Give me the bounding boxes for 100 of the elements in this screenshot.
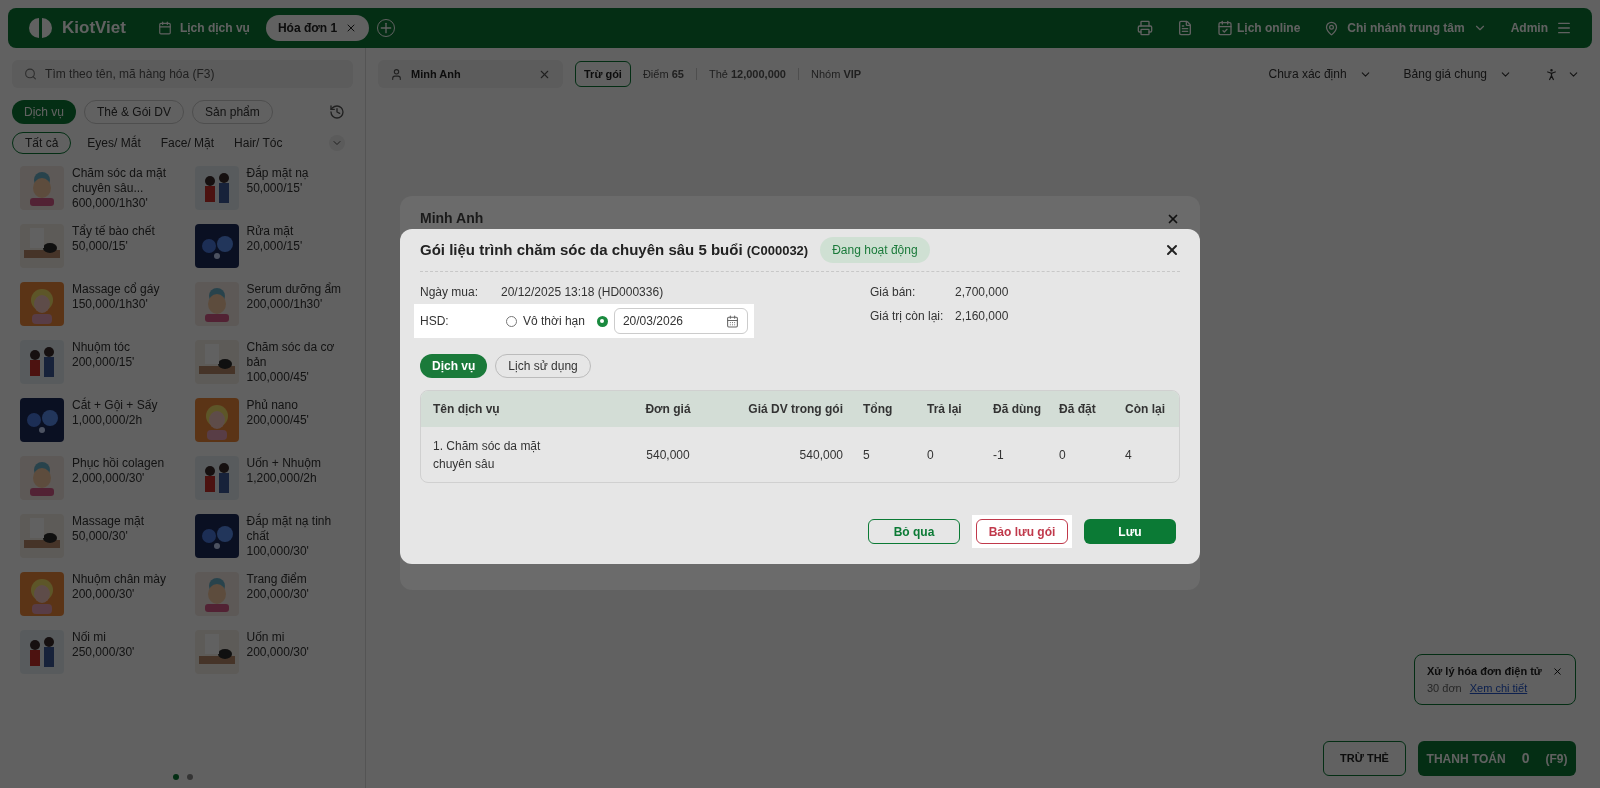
filter-chip[interactable]: Hair/ Tóc [230, 134, 287, 152]
product-item[interactable]: Phục hồi colagen 2,000,000/30' [12, 456, 179, 514]
table-cell-text: 1. Chăm sóc da mặt chuyên sâu [433, 437, 542, 473]
column-header: Trả lại [927, 401, 963, 418]
person-icon [1544, 66, 1559, 82]
product-item[interactable]: Chăm sóc da mặt chuyên sâu... 600,000/1h30' [12, 166, 179, 224]
product-item[interactable]: Nhuộm tóc 200,000/15' [12, 340, 179, 398]
product-name: Uốn mi [246, 630, 286, 645]
tab[interactable]: Lịch dịch vụ [149, 15, 258, 41]
expand-icon[interactable] [329, 135, 345, 151]
product-name: Trang điểm [246, 572, 308, 587]
radio-label: Vô thời hạn [523, 313, 585, 330]
select-dropdown[interactable]: Chưa xác định [1268, 65, 1372, 83]
product-item[interactable]: Serum dưỡng ẩm 200,000/1h30' [186, 282, 353, 340]
printer-icon[interactable] [1137, 20, 1153, 36]
product-price: 1,000,000/2h [72, 413, 144, 428]
product-name: Tẩy tế bào chết [72, 224, 156, 239]
product-price: 50,000/15' [246, 181, 304, 196]
logo-icon [28, 17, 54, 39]
column-header: Tên dịch vụ [433, 401, 501, 418]
product-price: 100,000/45' [246, 370, 310, 385]
product-item[interactable]: Massage mặt 50,000/30' [12, 514, 179, 572]
radio-button[interactable] [596, 315, 608, 327]
column-header: Còn lại [1125, 401, 1166, 418]
product-item[interactable]: Cắt + Gội + Sấy 1,000,000/2h [12, 398, 179, 456]
table-cell-text: 5 [863, 446, 871, 464]
document-icon[interactable] [1177, 20, 1193, 36]
product-price: 600,000/1h30' [72, 196, 149, 211]
product-item[interactable]: Uốn mi 200,000/30' [186, 630, 353, 688]
user-menu[interactable]: Admin [1510, 19, 1572, 37]
product-name: Serum dưỡng ẩm [246, 282, 343, 297]
product-name: Đắp mặt nạ tinh chất [246, 514, 333, 544]
pay-button[interactable]: THANH TOÁN 0 (F9) [1418, 741, 1576, 776]
product-price: 2,000,000/30' [72, 471, 146, 486]
product-item[interactable]: Nối mi 250,000/30' [12, 630, 179, 688]
tab[interactable]: Dịch vụ [420, 354, 488, 378]
product-name: Phủ nano [246, 398, 299, 413]
product-price: 200,000/30' [246, 645, 310, 660]
remaining-value: 2,160,000 [955, 308, 1009, 325]
table-cell-text: 540,000 [645, 446, 691, 464]
product-name: Cắt + Gội + Sấy [72, 398, 159, 413]
product-price: 200,000/30' [72, 587, 136, 602]
history-icon[interactable] [329, 104, 345, 120]
card-balance: Thẻ 12,000,000 [708, 66, 786, 82]
product-item[interactable]: Rửa mặt 20,000/15' [186, 224, 353, 282]
filter-chip[interactable]: Eyes/ Mắt [83, 134, 145, 152]
close-icon[interactable] [1164, 242, 1180, 258]
category-tab[interactable]: Dịch vụ [12, 100, 76, 124]
online-schedule-link[interactable]: Lịch online [1217, 19, 1301, 37]
tab[interactable]: Hóa đơn 1 [265, 15, 370, 41]
dialog-button[interactable]: Bỏ qua [868, 519, 960, 544]
product-item[interactable]: Chăm sóc da cơ bản 100,000/45' [186, 340, 353, 398]
person-icon [390, 67, 403, 81]
customer-field[interactable]: Minh Anh [378, 60, 563, 88]
field-label: HSD: [420, 313, 450, 330]
customer-group: Nhóm VIP [811, 65, 862, 83]
dialog-title: Minh Anh [420, 209, 484, 228]
product-price: 200,000/30' [246, 587, 310, 602]
product-price: 200,000/45' [246, 413, 310, 428]
product-item[interactable]: Tẩy tế bào chết 50,000/15' [12, 224, 179, 282]
branch-select[interactable]: Chi nhánh trung tâm [1324, 19, 1487, 37]
dialog-button[interactable]: Bảo lưu gói [976, 519, 1068, 544]
product-name: Chăm sóc da cơ bản [246, 340, 336, 370]
menu-icon [1556, 20, 1572, 36]
column-header: Đã dùng [993, 401, 1042, 418]
product-name: Uốn + Nhuộm [246, 456, 322, 471]
table-cell-text: -1 [993, 446, 1005, 464]
filter-chip[interactable]: Face/ Mặt [156, 134, 219, 152]
product-item[interactable]: Phủ nano 200,000/45' [186, 398, 353, 456]
deduct-package-button[interactable]: Trừ gói [575, 60, 631, 88]
product-price: 200,000/15' [72, 355, 136, 370]
details-link[interactable]: Xem chi tiết [1469, 679, 1528, 696]
walking-select[interactable] [1544, 66, 1580, 82]
product-item[interactable]: Đắp mặt nạ tinh chất 100,000/30' [186, 514, 353, 572]
status-badge: Đang hoạt động [820, 237, 930, 263]
product-name: Nối mi [72, 630, 107, 645]
table-cell-text: 0 [1059, 446, 1067, 464]
search-icon [24, 67, 38, 81]
product-name: Nhuộm chân mày [72, 572, 168, 587]
calendar-icon [725, 314, 739, 328]
product-item[interactable]: Uốn + Nhuộm 1,200,000/2h [186, 456, 353, 514]
toast-title: Xử lý hóa đơn điện tử [1427, 664, 1542, 680]
table-cell-text: 540,000 [798, 446, 844, 464]
table-cell-text: 0 [927, 446, 935, 464]
product-item[interactable]: Massage cổ gáy 150,000/1h30' [12, 282, 179, 340]
select-dropdown[interactable]: Bảng giá chung [1403, 65, 1512, 83]
date-field[interactable]: 20/03/2026 [613, 308, 748, 334]
dialog-button[interactable]: Lưu [1084, 519, 1176, 544]
product-item[interactable]: Đắp mặt nạ 50,000/15' [186, 166, 353, 224]
product-price: 150,000/1h30' [72, 297, 149, 312]
deduct-card-button[interactable]: TRỪ THẺ [1323, 741, 1406, 776]
toast-count: 30 đơn [1427, 680, 1462, 696]
search-field[interactable]: Tìm theo tên, mã hàng hóa (F3) [45, 65, 341, 83]
search-bar[interactable]: Tìm theo tên, mã hàng hóa (F3) [12, 60, 353, 88]
product-item[interactable]: Trang điểm 200,000/30' [186, 572, 353, 630]
field-label: Giá bán: [870, 284, 917, 301]
product-price: 1,200,000/2h [246, 471, 318, 486]
product-item[interactable]: Nhuộm chân mày 200,000/30' [12, 572, 179, 630]
product-name: Massage cổ gáy [72, 282, 161, 297]
sale-price: 2,700,000 [955, 284, 1009, 301]
